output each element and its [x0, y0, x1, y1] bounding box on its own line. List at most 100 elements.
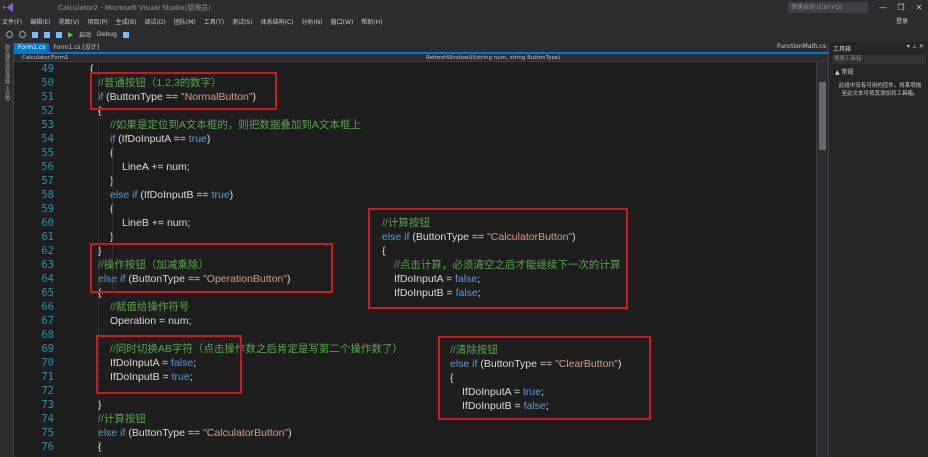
code-keyword: true [523, 386, 542, 398]
line-number: 63 [41, 259, 54, 271]
code-text: { [450, 372, 454, 384]
menu-item[interactable]: 编辑(E) [30, 17, 50, 26]
minimize-button[interactable]: — [874, 0, 892, 15]
line-number: 76 [41, 441, 54, 453]
code-string: "ClearButton" [555, 358, 618, 370]
config-dropdown[interactable]: Debug [97, 31, 117, 38]
line-number: 62 [41, 245, 54, 257]
code-line: //如果是定位到A文本框的，则把数据叠加到A文本框上 [110, 118, 361, 132]
member-dropdown[interactable]: RefreshWindowUI(string num, string Butto… [426, 54, 560, 62]
scrollbar-thumb[interactable] [819, 82, 826, 150]
code-line: //计算按钮 [98, 412, 146, 426]
menu-item[interactable]: 调试(D) [145, 17, 166, 26]
code-keyword: false [455, 287, 478, 299]
line-number: 68 [41, 329, 54, 341]
tab-form1-design[interactable]: Form1.cs [设计] [49, 43, 103, 52]
save-icon[interactable] [56, 31, 62, 38]
code-text: (ButtonType == [409, 231, 488, 243]
menu-item[interactable]: 分析(N) [301, 17, 322, 26]
code-text: (ButtonType == [125, 427, 204, 439]
line-number: 70 [41, 357, 54, 369]
menu-item[interactable]: 工具(T) [204, 17, 224, 26]
menu-item[interactable]: 视图(V) [59, 17, 80, 26]
toolbox-title: 工具箱 [833, 46, 852, 53]
code-text: ; [545, 400, 549, 412]
code-comment: //计算按钮 [98, 413, 146, 425]
menu-item[interactable]: 测试(S) [232, 17, 253, 26]
line-number: 49 [41, 63, 54, 75]
line-number: 67 [41, 315, 54, 327]
code-text: (IfDoInputA == [115, 133, 189, 145]
code-text: ; [477, 273, 481, 285]
line-number: 54 [41, 133, 54, 145]
sign-in-link[interactable]: 登录 [896, 16, 908, 25]
new-project-icon[interactable] [32, 31, 38, 38]
code-editor[interactable]: 49 50 51 52 53 54 55 56 57 58 59 60 61 62 63 64 65 66 67 68… [14, 62, 816, 457]
line-number: 56 [41, 161, 54, 173]
menu-item[interactable]: 项目(P) [87, 17, 107, 26]
code-text: LineB += num; [122, 217, 191, 229]
code-line: if (IfDoInputA == true) [110, 132, 210, 146]
document-tabs: Form1.cs Form1.cs [设计] FunctionMath.cs [14, 42, 828, 52]
close-button[interactable]: ✕ [910, 0, 928, 15]
snippet-line: else if (ButtonType == "CalculatorButton… [382, 230, 576, 244]
server-explorer-tab[interactable]: 服务器资源管理器 工具箱 [3, 44, 11, 101]
snippet-line: IfDoInputB = false; [394, 286, 481, 300]
code-comment: //计算按钮 [382, 217, 430, 229]
menu-item[interactable]: 窗口(W) [331, 17, 354, 26]
menu-item[interactable]: 生成(B) [116, 17, 137, 26]
start-button[interactable]: 启动 [79, 30, 91, 39]
code-keyword: false [455, 273, 478, 285]
code-string: "CalculatorButton" [487, 231, 573, 243]
toolbar: 启动 Debug [0, 28, 928, 41]
open-file-icon[interactable] [44, 31, 50, 38]
line-number: 58 [41, 189, 54, 201]
tab-functionmath-cs[interactable]: FunctionMath.cs [777, 42, 826, 51]
line-number-gutter: 49 50 51 52 53 54 55 56 57 58 59 60 61 62 63 64 65 66 67 68… [14, 62, 56, 457]
snippet-line: { [382, 244, 386, 258]
code-text: Operation = num; [110, 315, 192, 327]
line-number: 73 [41, 399, 54, 411]
snippet-line: //清除按钮 [450, 343, 498, 357]
code-text: ) [617, 358, 622, 370]
annotation-switch-ab [96, 335, 242, 394]
back-icon[interactable] [6, 31, 13, 38]
toolbox-group-general[interactable]: ▲ 常规 [835, 67, 854, 76]
snippet-line: { [450, 371, 454, 385]
code-string: "CalculatorButton" [203, 427, 289, 439]
line-number: 59 [41, 203, 54, 215]
toolbox-search-input[interactable]: 搜索工具箱 [832, 55, 926, 64]
menu-item[interactable]: 体系结构(C) [261, 17, 294, 26]
window-title: Calculator2 - Microsoft Visual Studio(管理… [58, 3, 211, 12]
line-number: 64 [41, 273, 54, 285]
vertical-scrollbar[interactable] [816, 62, 828, 457]
tab-form1-cs[interactable]: Form1.cs [14, 43, 50, 52]
panel-pin-close-icon[interactable]: ▾ ⊥ ✕ [907, 43, 924, 50]
quick-launch-input[interactable]: 快速启动 (Ctrl+Q) [788, 2, 868, 13]
line-number: 50 [41, 77, 54, 89]
code-text: IfDoInputA = [462, 386, 524, 398]
code-keyword: else if [110, 189, 138, 201]
forward-icon[interactable] [19, 31, 26, 38]
code-comment: //赋值给操作符号 [110, 301, 190, 313]
code-text: LineA += num; [122, 161, 190, 173]
line-number: 69 [41, 343, 54, 355]
line-number: 61 [41, 231, 54, 243]
line-number: 66 [41, 301, 54, 313]
start-icon[interactable] [68, 31, 73, 38]
code-comment: //如果是定位到A文本框的，则把数据叠加到A文本框上 [110, 119, 361, 131]
line-number: 53 [41, 119, 54, 131]
code-comment: //点击计算，必须清空之后才能继续下一次的计算 [394, 259, 621, 271]
menu-item[interactable]: 帮助(H) [361, 17, 382, 26]
restore-button[interactable]: ❐ [892, 0, 910, 15]
code-text: ; [477, 287, 481, 299]
code-text: IfDoInputB = [394, 287, 456, 299]
bookmark-icon[interactable] [122, 31, 129, 38]
class-dropdown[interactable]: Calculator.Form1 [22, 54, 69, 62]
menu-item[interactable]: 文件(F) [2, 17, 22, 26]
menu-item[interactable]: 团队(M) [174, 17, 196, 26]
line-number: 52 [41, 105, 54, 117]
menu-bar: 文件(F) 编辑(E) 视图(V) 项目(P) 生成(B) 调试(D) 团队(M) 工具(T)… [0, 15, 928, 28]
snippet-line: //计算按钮 [382, 216, 430, 230]
code-keyword: else if [450, 358, 478, 370]
